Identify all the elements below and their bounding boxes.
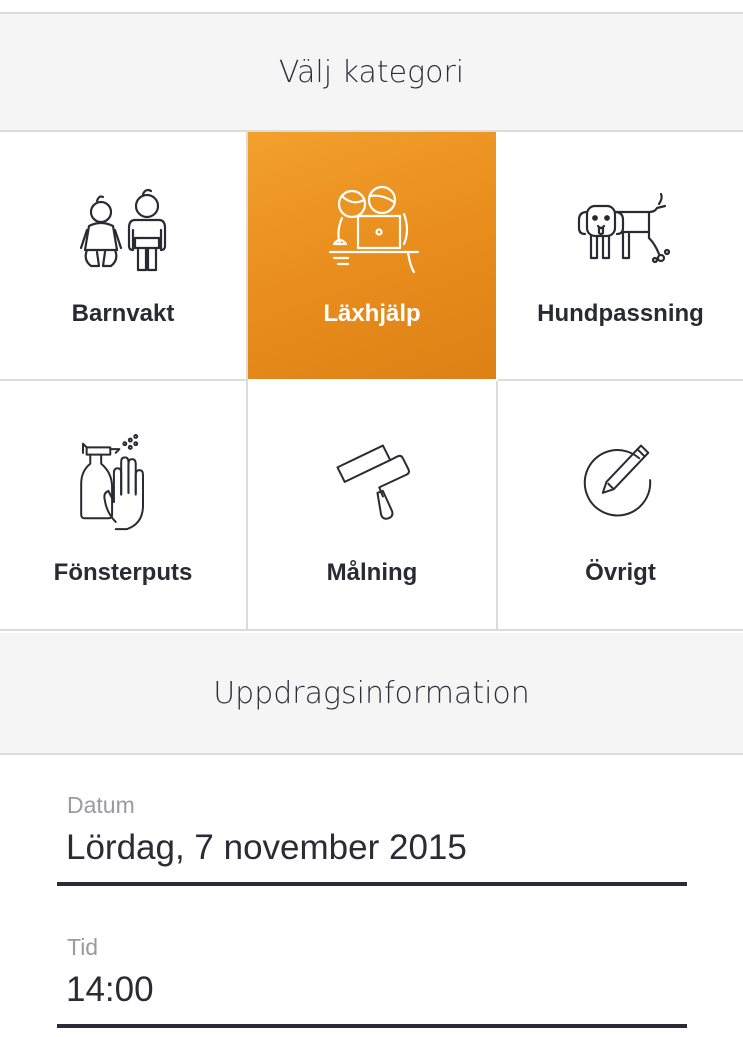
category-label-ovrigt: Övrigt (585, 559, 656, 586)
babysitting-icon (79, 188, 167, 272)
category-tile-hundpassning[interactable]: Hundpassning (498, 132, 743, 381)
time-field-value[interactable]: 14:00 (66, 967, 687, 1013)
date-field-value[interactable]: Lördag, 7 november 2015 (66, 825, 687, 871)
top-strip (0, 0, 743, 14)
date-field-label: Datum (67, 792, 135, 818)
category-header: Välj kategori (0, 14, 743, 132)
category-tile-fonsterputs[interactable]: Fönsterputs (0, 381, 248, 631)
paint-roller-icon (336, 444, 410, 520)
category-header-title: Välj kategori (278, 54, 465, 90)
time-field-label: Tid (67, 934, 99, 960)
category-label-hundpassning: Hundpassning (537, 300, 704, 327)
pencil-icon (583, 444, 651, 517)
dog-icon (577, 192, 670, 264)
category-label-barnvakt: Barnvakt (71, 300, 175, 327)
category-tile-malning[interactable]: Målning (248, 381, 498, 631)
window-cleaning-icon (80, 434, 144, 531)
category-label-malning: Målning (326, 559, 418, 586)
info-header-title: Uppdragsinformation (213, 675, 530, 711)
category-label-fonsterputs: Fönsterputs (53, 559, 193, 586)
category-tile-ovrigt[interactable]: Övrigt (498, 381, 743, 631)
category-label-laxhjalp: Läxhjälp (323, 300, 421, 327)
category-tile-barnvakt[interactable]: Barnvakt (0, 132, 248, 381)
time-field[interactable]: Tid 14:00 (57, 934, 687, 1028)
info-header: Uppdragsinformation (0, 633, 743, 755)
date-field[interactable]: Datum Lördag, 7 november 2015 (57, 792, 687, 886)
homework-help-icon (328, 185, 420, 274)
category-grid: Barnvakt Läxhjälp Hundpassning Fönsterpu… (0, 132, 743, 631)
category-tile-laxhjalp[interactable]: Läxhjälp (248, 132, 498, 381)
